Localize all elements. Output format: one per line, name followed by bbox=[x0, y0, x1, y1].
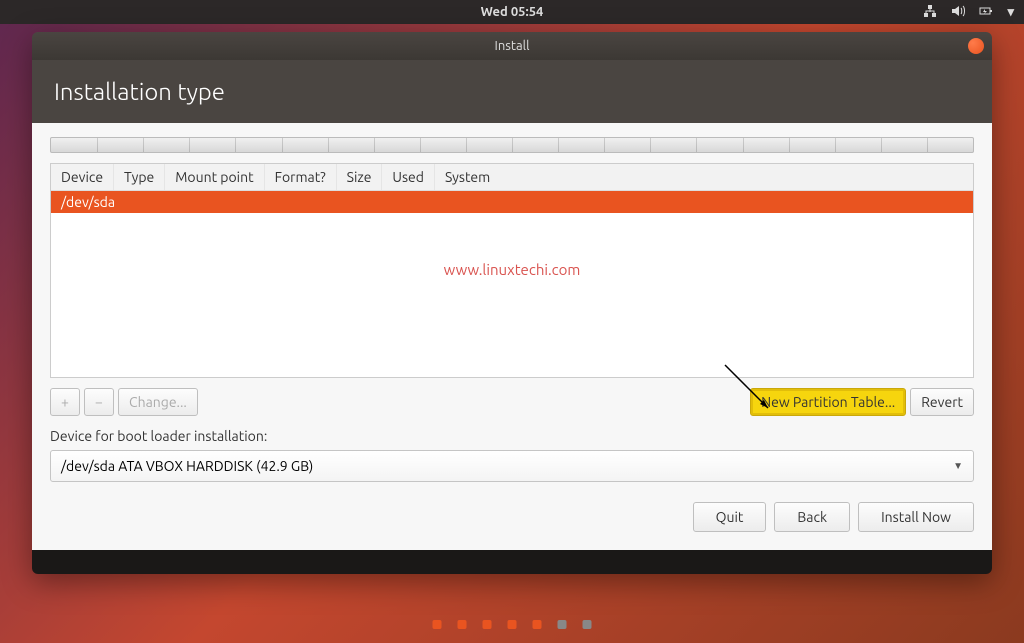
chevron-down-icon: ▼ bbox=[953, 460, 963, 472]
disk-usage-bar[interactable] bbox=[50, 137, 974, 153]
dot-3[interactable] bbox=[483, 620, 492, 629]
watermark-text: www.linuxtechi.com bbox=[444, 261, 581, 278]
col-system[interactable]: System bbox=[435, 164, 973, 190]
window-footer-strip bbox=[32, 550, 992, 574]
menu-arrow-icon[interactable]: ▾ bbox=[1007, 5, 1014, 20]
footer-buttons: Quit Back Install Now bbox=[50, 502, 974, 532]
dot-4[interactable] bbox=[508, 620, 517, 629]
dot-1[interactable] bbox=[433, 620, 442, 629]
network-icon[interactable] bbox=[923, 4, 937, 21]
content-area: Device Type Mount point Format? Size Use… bbox=[32, 123, 992, 550]
new-partition-table-button[interactable]: New Partition Table... bbox=[750, 388, 906, 416]
window-title: Install bbox=[495, 39, 530, 53]
add-partition-button[interactable]: + bbox=[50, 388, 80, 416]
close-icon[interactable] bbox=[968, 38, 984, 54]
carousel-dots bbox=[433, 620, 592, 629]
col-device[interactable]: Device bbox=[51, 164, 114, 190]
table-row[interactable]: /dev/sda bbox=[51, 191, 973, 213]
partition-button-row: + − Change... New Partition Table... Rev… bbox=[50, 388, 974, 416]
row-device: /dev/sda bbox=[61, 194, 115, 210]
dot-6[interactable] bbox=[558, 620, 567, 629]
system-tray: ▾ bbox=[923, 4, 1014, 21]
dot-7[interactable] bbox=[583, 620, 592, 629]
battery-icon[interactable] bbox=[979, 4, 993, 21]
clock: Wed 05:54 bbox=[481, 5, 544, 19]
col-used[interactable]: Used bbox=[382, 164, 435, 190]
partition-table[interactable]: Device Type Mount point Format? Size Use… bbox=[50, 163, 974, 378]
back-button[interactable]: Back bbox=[774, 502, 850, 532]
bootloader-value: /dev/sda ATA VBOX HARDDISK (42.9 GB) bbox=[61, 458, 313, 474]
page-title: Installation type bbox=[32, 60, 992, 123]
remove-partition-button[interactable]: − bbox=[84, 388, 114, 416]
col-size[interactable]: Size bbox=[337, 164, 383, 190]
col-format[interactable]: Format? bbox=[265, 164, 337, 190]
install-now-button[interactable]: Install Now bbox=[858, 502, 974, 532]
col-mount[interactable]: Mount point bbox=[165, 164, 264, 190]
table-header: Device Type Mount point Format? Size Use… bbox=[51, 164, 973, 191]
change-partition-button[interactable]: Change... bbox=[118, 388, 198, 416]
quit-button[interactable]: Quit bbox=[693, 502, 767, 532]
bootloader-select[interactable]: /dev/sda ATA VBOX HARDDISK (42.9 GB) ▼ bbox=[50, 450, 974, 482]
system-topbar: Wed 05:54 ▾ bbox=[0, 0, 1024, 24]
installer-window: Install Installation type Device Type Mo… bbox=[32, 32, 992, 574]
revert-button[interactable]: Revert bbox=[910, 388, 974, 416]
dot-5[interactable] bbox=[533, 620, 542, 629]
volume-icon[interactable] bbox=[951, 4, 965, 21]
dot-2[interactable] bbox=[458, 620, 467, 629]
col-type[interactable]: Type bbox=[114, 164, 165, 190]
bootloader-label: Device for boot loader installation: bbox=[50, 428, 974, 444]
window-titlebar[interactable]: Install bbox=[32, 32, 992, 60]
